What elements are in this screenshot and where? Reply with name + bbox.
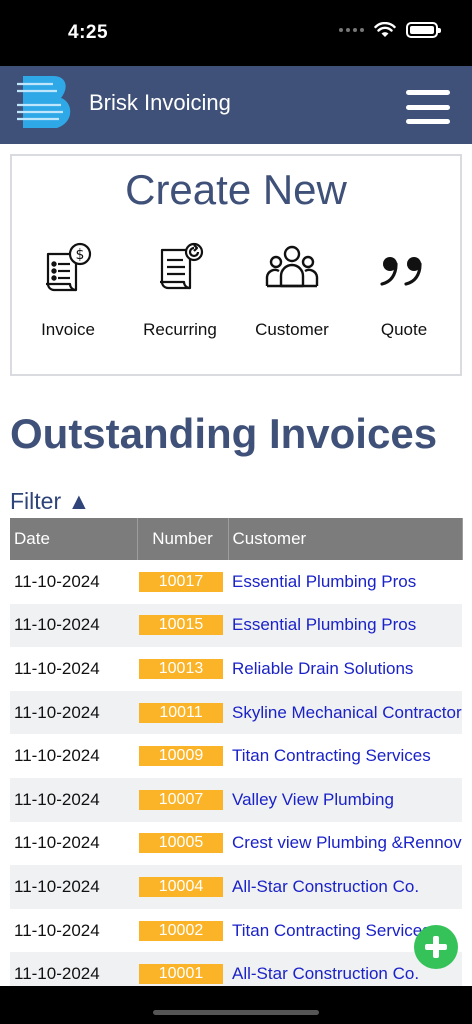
customer-link[interactable]: All-Star Construction Co. bbox=[232, 877, 419, 896]
invoice-number-cell: 10004 bbox=[137, 865, 228, 909]
invoice-customer-cell: Reliable Drain Solutions bbox=[228, 647, 462, 691]
table-row[interactable]: 11-10-2024 10001 All-Star Construction Co. bbox=[10, 952, 462, 986]
invoice-date: 11-10-2024 bbox=[14, 833, 100, 853]
table-row[interactable]: 11-10-2024 10015 Essential Plumbing Pros bbox=[10, 603, 462, 648]
table-row[interactable]: 11-10-2024 10009 Titan Contracting Service… bbox=[10, 734, 462, 778]
table-row[interactable]: 11-10-2024 10017 Essential Plumbing Pros bbox=[10, 560, 462, 604]
filter-toggle[interactable]: Filter ▲ bbox=[10, 488, 90, 515]
invoice-number-cell: 10007 bbox=[137, 777, 228, 822]
create-invoice-button[interactable]: $ Invoice bbox=[12, 240, 124, 340]
quote-marks-icon bbox=[380, 257, 422, 286]
status-icons bbox=[339, 22, 441, 38]
add-invoice-fab-button[interactable] bbox=[414, 925, 458, 969]
invoice-date: 11-10-2024 bbox=[14, 746, 100, 766]
home-indicator-area bbox=[0, 986, 472, 1024]
invoice-number-cell: 10002 bbox=[137, 909, 228, 953]
invoice-date: 11-10-2024 bbox=[10, 865, 137, 909]
invoice-date: 11-10-2024 bbox=[14, 658, 100, 678]
invoice-number-badge[interactable]: 10015 bbox=[139, 615, 223, 636]
app-header: Brisk Invoicing bbox=[0, 66, 472, 144]
outstanding-invoices-title: Outstanding Invoices bbox=[10, 410, 438, 457]
outstanding-invoices-table: Date Number Customer 11-10-2024 10017 Esse… bbox=[10, 518, 463, 986]
table-row[interactable]: 11-10-2024 10007 Valley View Plumbing bbox=[10, 777, 462, 822]
status-bar: 4:25 bbox=[0, 0, 472, 66]
invoice-customer-cell: Skyline Mechanical Contractors bbox=[228, 690, 462, 735]
invoice-number-cell: 10009 bbox=[137, 734, 228, 778]
table-row[interactable]: 11-10-2024 10011 Skyline Mechanical Contra… bbox=[10, 690, 462, 735]
customers-group-icon bbox=[265, 245, 319, 288]
column-header-number[interactable]: Number bbox=[137, 518, 229, 560]
brisk-logo-icon[interactable] bbox=[17, 76, 75, 128]
invoice-customer-cell: Essential Plumbing Pros bbox=[228, 560, 462, 604]
invoice-date: 11-10-2024 bbox=[10, 690, 137, 735]
customer-link[interactable]: Crest view Plumbing &Rennovation bbox=[232, 833, 462, 852]
customer-link[interactable]: Essential Plumbing Pros bbox=[232, 572, 416, 591]
create-customer-button[interactable]: Customer bbox=[236, 240, 348, 340]
create-quote-button[interactable]: Quote bbox=[348, 240, 460, 340]
invoice-number-badge[interactable]: 10005 bbox=[139, 833, 223, 854]
invoice-number-badge[interactable]: 10001 bbox=[139, 964, 223, 985]
invoice-customer-cell: Valley View Plumbing bbox=[228, 777, 462, 822]
invoice-number-cell: 10015 bbox=[137, 603, 228, 648]
invoice-number-badge[interactable]: 10007 bbox=[139, 789, 223, 810]
table-row[interactable]: 11-10-2024 10004 All-Star Construction Co. bbox=[10, 865, 462, 909]
table-row[interactable]: 11-10-2024 10013 Reliable Drain Solutions bbox=[10, 647, 462, 691]
customer-link[interactable]: Skyline Mechanical Contractors bbox=[232, 703, 462, 722]
invoice-dollar-icon: $ bbox=[46, 242, 92, 292]
create-recurring-button[interactable]: Recurring bbox=[124, 240, 236, 340]
invoice-date: 11-10-2024 bbox=[10, 603, 137, 648]
customer-link[interactable]: Titan Contracting Services bbox=[232, 746, 431, 765]
status-time: 4:25 bbox=[68, 22, 109, 43]
invoice-date: 11-10-2024 bbox=[10, 952, 137, 986]
main-content: Create New $ Invoice Recurring Customer … bbox=[0, 144, 472, 986]
invoice-number-badge[interactable]: 10013 bbox=[139, 658, 223, 679]
table-header-row: Date Number Customer bbox=[10, 518, 463, 560]
hamburger-menu-icon[interactable] bbox=[406, 90, 450, 124]
svg-text:$: $ bbox=[76, 247, 85, 263]
invoice-number-badge[interactable]: 10004 bbox=[139, 876, 223, 897]
home-indicator[interactable] bbox=[153, 1010, 319, 1015]
recurring-invoice-icon bbox=[160, 242, 204, 290]
invoice-number-cell: 10005 bbox=[137, 822, 228, 866]
invoice-date: 11-10-2024 bbox=[14, 920, 100, 940]
customer-link[interactable]: All-Star Construction Co. bbox=[232, 964, 419, 983]
create-invoice-label: Invoice bbox=[41, 320, 95, 339]
table-row[interactable]: 11-10-2024 10002 Titan Contracting Service… bbox=[10, 909, 462, 953]
customer-link[interactable]: Titan Contracting Services bbox=[232, 921, 431, 940]
create-new-title: Create New bbox=[125, 166, 347, 213]
invoice-number-badge[interactable]: 10002 bbox=[139, 920, 223, 941]
invoice-customer-cell: Crest view Plumbing &Rennovation bbox=[228, 822, 462, 866]
app-title: Brisk Invoicing bbox=[89, 90, 231, 115]
invoice-customer-cell: Titan Contracting Services bbox=[228, 734, 462, 778]
invoice-number-cell: 10011 bbox=[137, 690, 228, 735]
invoice-date: 11-10-2024 bbox=[14, 571, 100, 591]
customer-link[interactable]: Essential Plumbing Pros bbox=[232, 615, 416, 634]
invoice-number-cell: 10013 bbox=[137, 647, 228, 691]
invoice-number-badge[interactable]: 10011 bbox=[139, 702, 223, 723]
create-quote-label: Quote bbox=[380, 320, 428, 339]
cellular-signal-icon bbox=[339, 28, 364, 32]
invoice-number-cell: 10017 bbox=[137, 560, 228, 604]
table-row[interactable]: 11-10-2024 10005 Crest view Plumbing &Renn… bbox=[10, 822, 462, 866]
column-header-date[interactable]: Date bbox=[10, 518, 138, 560]
invoice-date: 11-10-2024 bbox=[10, 777, 137, 822]
invoice-number-badge[interactable]: 10017 bbox=[139, 571, 223, 592]
invoice-customer-cell: All-Star Construction Co. bbox=[228, 865, 462, 909]
create-customer-label: Customer bbox=[255, 320, 329, 339]
invoice-rows: 11-10-2024 10017 Essential Plumbing Pros 11… bbox=[10, 560, 462, 986]
create-new-card: Create New $ Invoice Recurring Customer … bbox=[10, 154, 462, 376]
wifi-icon bbox=[374, 22, 396, 37]
invoice-customer-cell: Essential Plumbing Pros bbox=[228, 603, 462, 648]
invoice-number-badge[interactable]: 10009 bbox=[139, 746, 223, 767]
column-header-customer[interactable]: Customer bbox=[228, 518, 463, 560]
create-recurring-label: Recurring bbox=[143, 320, 217, 339]
invoice-number-cell: 10001 bbox=[137, 952, 228, 986]
customer-link[interactable]: Reliable Drain Solutions bbox=[232, 659, 413, 678]
customer-link[interactable]: Valley View Plumbing bbox=[232, 790, 394, 809]
battery-icon bbox=[406, 22, 441, 38]
